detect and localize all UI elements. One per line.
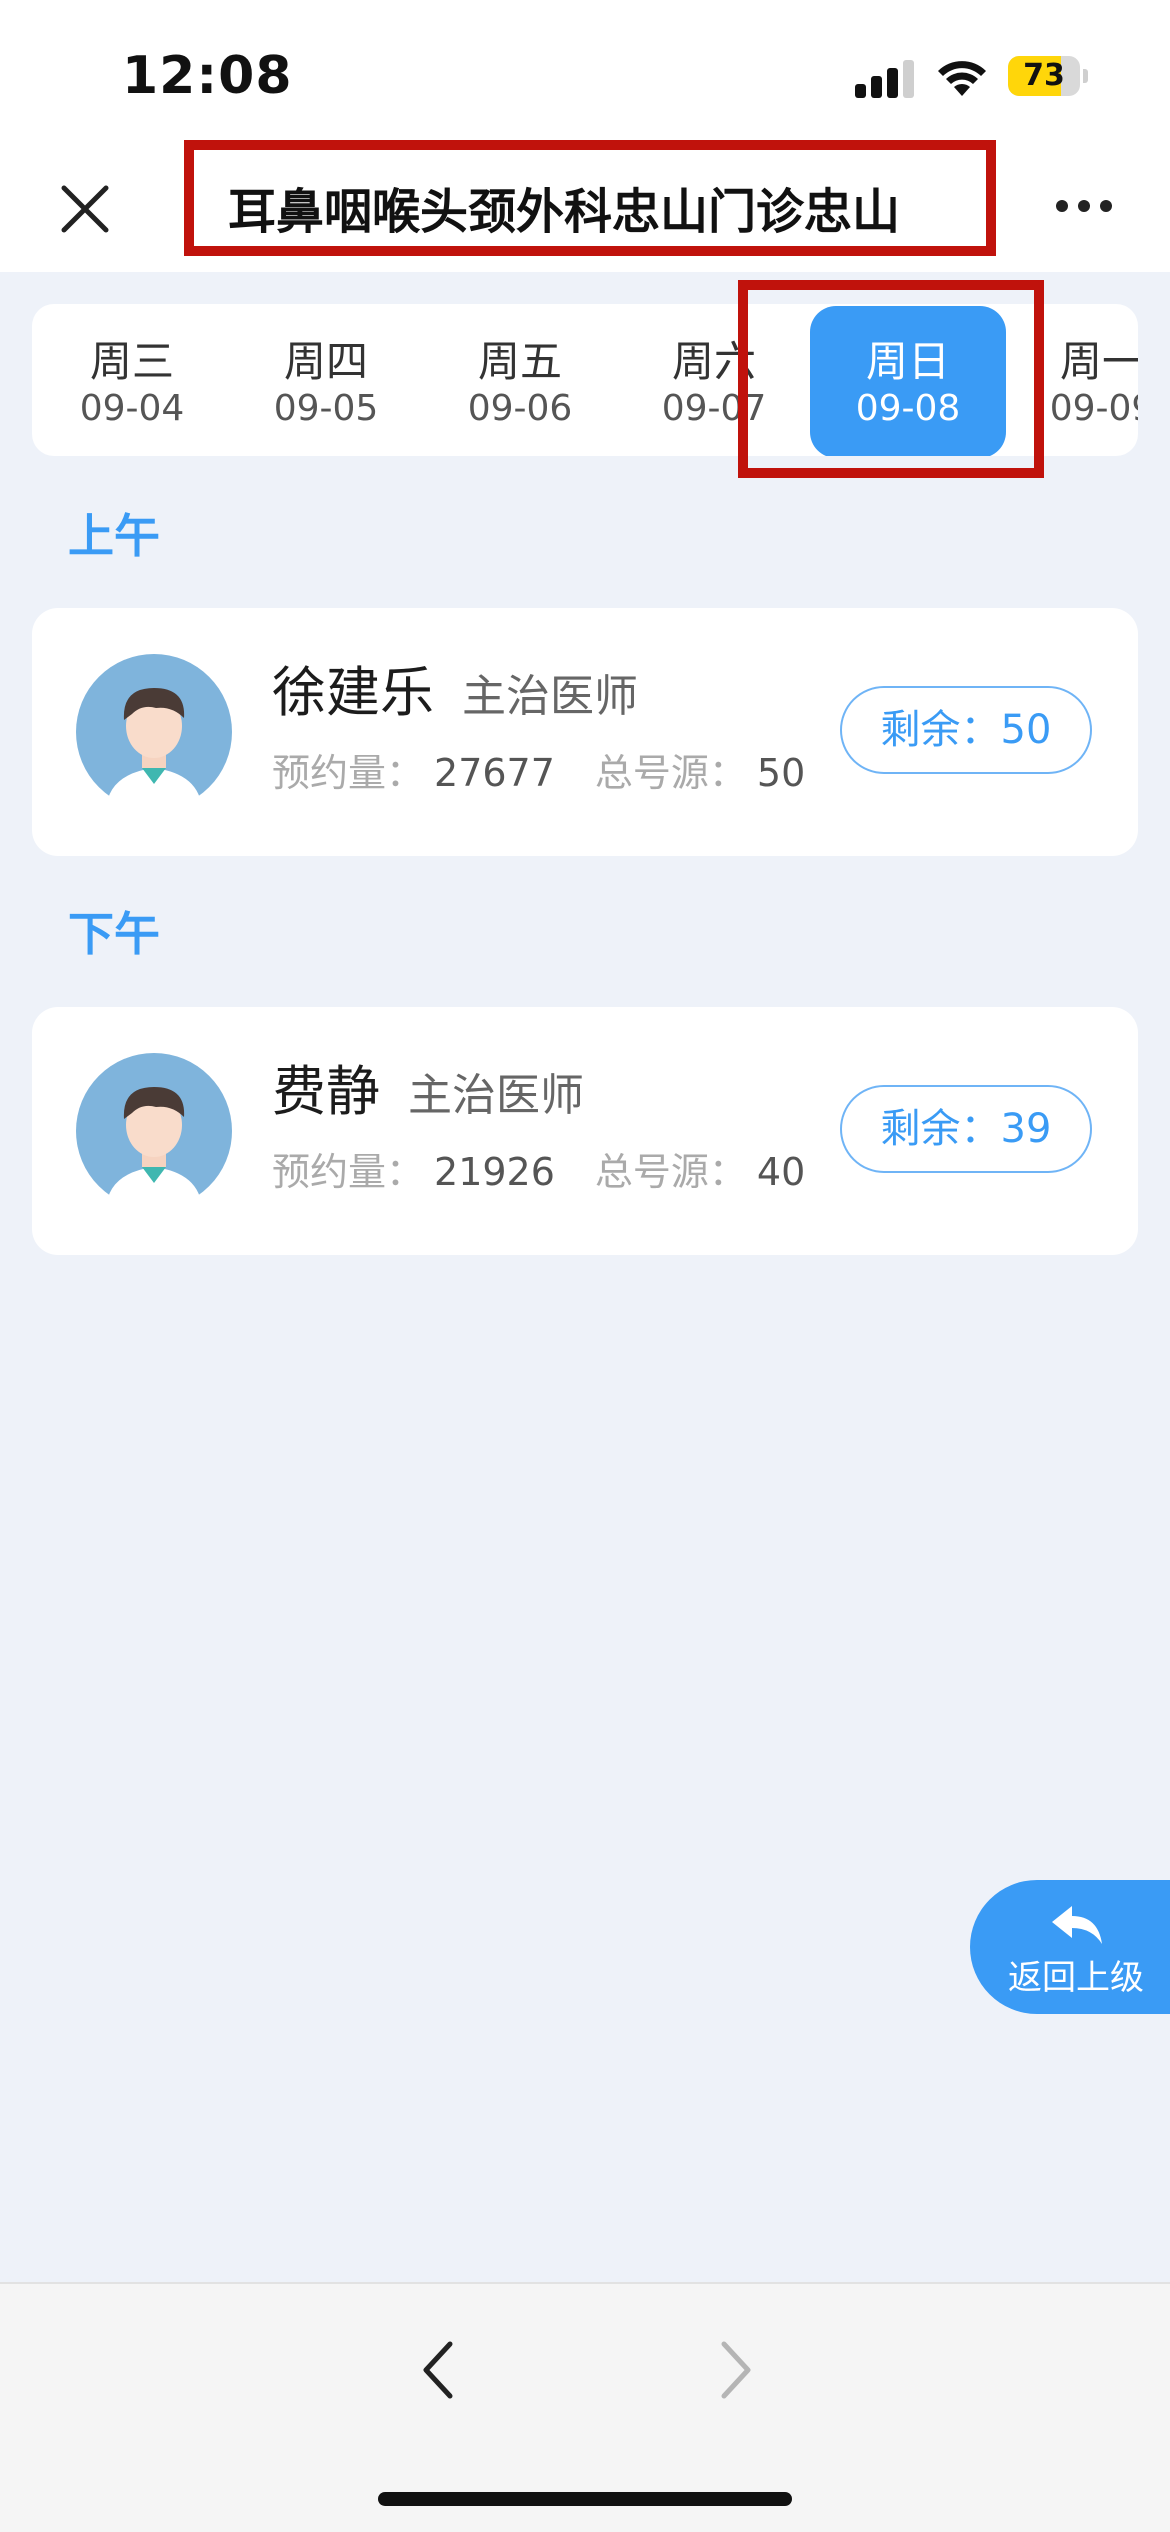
date-tab[interactable]: 周四 09-05 <box>228 304 424 456</box>
status-time: 12:08 <box>122 46 293 106</box>
back-to-parent-button[interactable]: 返回上级 <box>970 1880 1170 2014</box>
reply-arrow-icon <box>1052 1906 1102 1944</box>
status-bar: 12:08 73 <box>0 0 1170 140</box>
total-label: 总号源： <box>594 751 747 795</box>
doctor-name: 徐建乐 主治医师 <box>272 661 638 724</box>
section-afternoon-label: 下午 <box>68 907 160 961</box>
battery-icon: 73 <box>1008 56 1088 96</box>
date-tab[interactable]: 周五 09-06 <box>422 304 618 456</box>
chevron-right-icon[interactable] <box>708 2330 764 2410</box>
date-tab-weekday: 周四 <box>283 337 368 386</box>
date-tab-weekday: 周三 <box>89 337 174 386</box>
doctor-card[interactable]: 费静 主治医师 预约量： 21926 总号源： 40 剩余：39 <box>32 1007 1138 1255</box>
total-count: 50 <box>756 751 806 795</box>
date-tab-weekday: 周五 <box>477 337 562 386</box>
screen: 12:08 73 耳鼻咽喉头颈外科忠山门诊忠山 周三 09-04 周四 09-05 周五… <box>0 0 1170 2532</box>
bottom-toolbar <box>0 2282 1170 2532</box>
total-label: 总号源： <box>594 1150 747 1194</box>
remaining-button[interactable]: 剩余：50 <box>840 686 1092 774</box>
date-tab[interactable]: 周三 09-04 <box>34 304 230 456</box>
doctor-title: 主治医师 <box>462 671 638 722</box>
booked-count: 21926 <box>434 1150 555 1194</box>
total-count: 40 <box>756 1150 806 1194</box>
date-tab-date: 09-05 <box>273 388 379 429</box>
doctor-name: 费静 主治医师 <box>272 1060 584 1123</box>
more-icon[interactable] <box>1052 186 1116 226</box>
chevron-left-icon[interactable] <box>410 2330 466 2410</box>
section-morning-label: 上午 <box>68 509 160 563</box>
booked-label: 预约量： <box>272 1150 425 1194</box>
back-to-parent-label: 返回上级 <box>1008 1958 1144 1998</box>
remaining-button[interactable]: 剩余：39 <box>840 1085 1092 1173</box>
page-title: 耳鼻咽喉头颈外科忠山门诊忠山 <box>228 184 901 240</box>
battery-level-text: 73 <box>1023 58 1065 93</box>
doctor-stats: 预约量： 27677 总号源： 50 <box>272 742 805 797</box>
selected-date-highlight <box>738 280 1044 478</box>
doctor-stats: 预约量： 21926 总号源： 40 <box>272 1141 805 1196</box>
close-icon[interactable] <box>50 174 120 244</box>
booked-label: 预约量： <box>272 751 425 795</box>
nav-header: 耳鼻咽喉头颈外科忠山门诊忠山 <box>0 140 1170 272</box>
home-indicator <box>378 2492 792 2506</box>
booked-count: 27677 <box>434 751 555 795</box>
signal-icon <box>855 60 915 98</box>
date-tab-date: 09-04 <box>79 388 185 429</box>
date-tab-date: 09-06 <box>467 388 573 429</box>
page-title-highlight: 耳鼻咽喉头颈外科忠山门诊忠山 <box>184 140 996 256</box>
doctor-avatar <box>76 1053 232 1209</box>
doctor-card[interactable]: 徐建乐 主治医师 预约量： 27677 总号源： 50 剩余：50 <box>32 608 1138 856</box>
doctor-title: 主治医师 <box>408 1070 584 1121</box>
wifi-icon <box>938 61 986 96</box>
doctor-avatar <box>76 654 232 810</box>
